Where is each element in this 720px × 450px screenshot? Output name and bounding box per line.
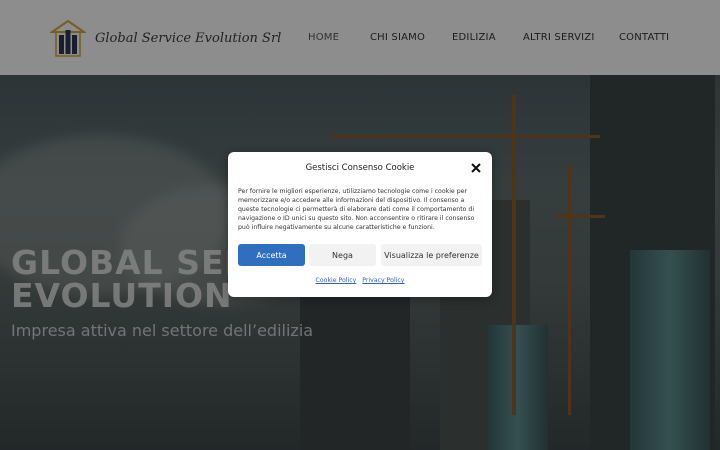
cookie-consent-modal: Gestisci Consenso Cookie Per fornire le … xyxy=(228,152,492,297)
policy-links: Cookie Policy Privacy Policy xyxy=(228,277,492,284)
accept-button[interactable]: Accetta xyxy=(238,244,305,266)
view-preferences-button[interactable]: Visualizza le preferenze xyxy=(381,244,482,266)
close-icon[interactable] xyxy=(470,162,482,174)
deny-button[interactable]: Nega xyxy=(309,244,376,266)
modal-title: Gestisci Consenso Cookie xyxy=(305,163,415,173)
cookie-policy-link[interactable]: Cookie Policy xyxy=(316,277,357,284)
privacy-policy-link[interactable]: Privacy Policy xyxy=(362,277,404,284)
consent-text: Per fornire le migliori esperienze, util… xyxy=(238,188,475,231)
